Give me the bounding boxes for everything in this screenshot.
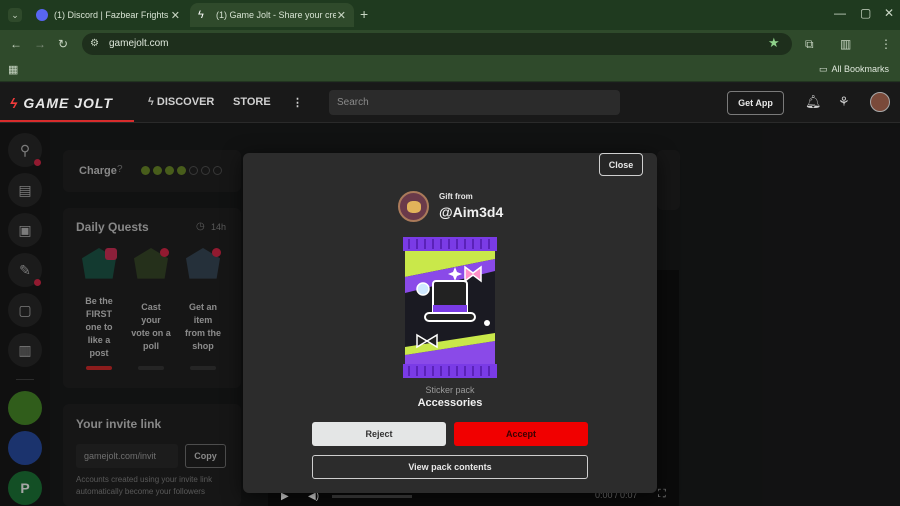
all-bookmarks[interactable]: ▭ All Bookmarks [819,64,889,75]
url-text: gamejolt.com [109,38,169,49]
apps-grid-icon[interactable]: ▦ [8,63,18,77]
nav-discover[interactable]: ϟ DISCOVER [148,96,214,108]
folder-icon: ▭ [819,64,828,74]
close-button[interactable]: Close [599,153,643,176]
reload-icon[interactable]: ↻ [58,37,68,51]
view-pack-contents-button[interactable]: View pack contents [312,455,588,479]
discover-icon: ϟ [148,96,154,108]
address-bar[interactable]: ⚙ gamejolt.com ★ [82,33,792,55]
tab-title: (1) Game Jolt - Share your cre [216,10,336,20]
reject-button[interactable]: Reject [312,422,446,446]
tab-gamejolt[interactable]: ϟ (1) Game Jolt - Share your cre ✕ [190,3,354,27]
browser-tabstrip: ⌄ (1) Discord | Fazbear Frights ✕ ϟ (1) … [0,0,900,30]
site-info-icon[interactable]: ⚙ [90,37,99,51]
pack-type-label: Sticker pack [425,385,475,395]
close-window-icon[interactable]: ✕ [884,6,894,20]
back-icon[interactable]: ← [10,37,22,51]
tab-discord[interactable]: (1) Discord | Fazbear Frights ✕ [28,3,188,27]
bookmarks-bar: ▦ ▭ All Bookmarks [0,58,900,82]
pack-name: Accessories [417,397,483,409]
get-app-button[interactable]: Get App [727,91,784,115]
side-panel-icon[interactable]: ▥ [840,37,851,51]
more-menu-icon[interactable]: ⋮ [292,96,303,109]
search-input[interactable] [329,90,620,115]
tab-list-chevron-icon[interactable]: ⌄ [8,8,22,22]
discord-icon [36,9,48,21]
close-tab-icon[interactable]: ✕ [171,9,180,22]
tab-title: (1) Discord | Fazbear Frights [54,10,169,20]
maximize-icon[interactable]: ▢ [860,6,871,20]
gamejolt-icon: ϟ [198,9,204,21]
accept-button[interactable]: Accept [454,422,588,446]
logo-active-underline [0,120,134,122]
user-avatar[interactable] [870,92,890,112]
sender-username[interactable]: @Aim3d4 [439,204,503,220]
forward-icon[interactable]: → [34,37,46,51]
gamejolt-logo[interactable]: ϟ GAME JOLT [10,95,113,111]
sender-avatar [398,191,429,222]
bookmark-star-icon[interactable]: ★ [768,36,780,50]
quests-icon[interactable]: ⚘ [838,95,850,109]
minimize-icon[interactable]: — [834,6,846,20]
notifications-bell-icon[interactable]: 🔔︎ [805,95,822,109]
new-tab-icon[interactable]: + [360,7,368,21]
nav-store[interactable]: STORE [233,96,271,108]
browser-menu-icon[interactable]: ⋮ [880,37,892,51]
extensions-icon[interactable]: ⧉ [805,37,814,51]
close-tab-icon[interactable]: ✕ [337,9,346,22]
bolt-icon: ϟ [10,95,19,111]
gift-from-label: Gift from [439,192,473,201]
sticker-pack-image [403,237,497,378]
